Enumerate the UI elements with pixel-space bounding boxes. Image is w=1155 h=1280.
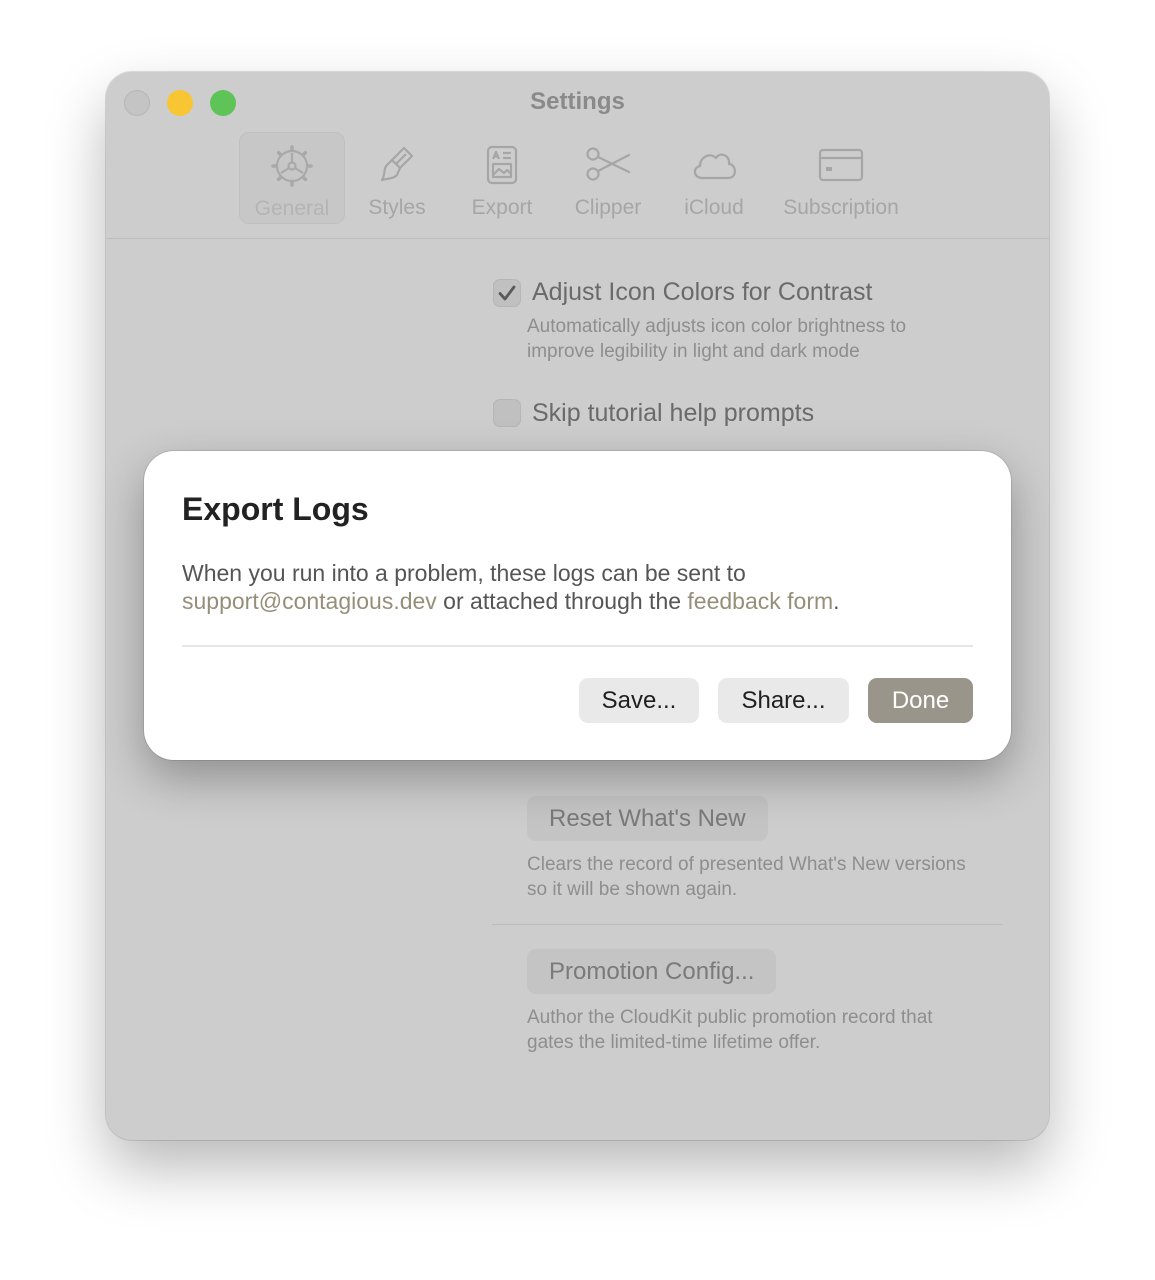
adjust-icon-colors-label[interactable]: Adjust Icon Colors for Contrast	[532, 278, 872, 307]
tab-styles-label: Styles	[368, 196, 426, 219]
sheet-message-suffix: .	[833, 588, 840, 614]
share-button[interactable]: Share...	[718, 678, 849, 723]
skip-tutorial-checkbox[interactable]	[493, 399, 521, 427]
promotion-config-description: Author the CloudKit public promotion rec…	[527, 1005, 933, 1055]
scissors-icon	[586, 147, 631, 181]
tab-icloud-label: iCloud	[684, 196, 744, 219]
adjust-icon-colors-description-line2: improve legibility in light and dark mod…	[527, 341, 860, 362]
feedback-form-link[interactable]: feedback form	[687, 588, 833, 614]
sheet-divider	[182, 645, 973, 647]
checkmark-icon	[498, 285, 516, 301]
sheet-message-middle: or attached through the	[436, 588, 688, 614]
settings-toolbar: General Styles Export Clipper iCloud Sub…	[106, 132, 1049, 239]
promotion-config-description-line2: gates the limited-time lifetime offer.	[527, 1032, 821, 1053]
document-icon	[486, 145, 518, 185]
save-button[interactable]: Save...	[579, 678, 699, 723]
export-logs-sheet: Export Logs When you run into a problem,…	[144, 451, 1011, 760]
reset-whats-new-description-line2: so it will be shown again.	[527, 879, 738, 900]
reset-whats-new-description-line1: Clears the record of presented What's Ne…	[527, 854, 966, 875]
promotion-config-button[interactable]: Promotion Config...	[527, 949, 777, 994]
tab-export[interactable]: Export	[464, 132, 540, 222]
cloud-icon	[693, 153, 736, 180]
sheet-message-prefix: When you run into a problem, these logs …	[182, 560, 746, 586]
adjust-icon-colors-checkbox[interactable]	[493, 279, 521, 307]
sheet-title: Export Logs	[182, 491, 369, 527]
adjust-icon-colors-description: Automatically adjusts icon color brightn…	[527, 314, 906, 364]
reset-whats-new-button[interactable]: Reset What's New	[527, 796, 768, 841]
tab-clipper[interactable]: Clipper	[566, 132, 650, 222]
tab-clipper-label: Clipper	[574, 196, 642, 219]
tab-icloud[interactable]: iCloud	[674, 132, 754, 222]
tab-styles[interactable]: Styles	[359, 132, 435, 222]
window-title: Settings	[530, 88, 625, 115]
tab-subscription-label: Subscription	[783, 196, 899, 219]
tab-general-label: General	[254, 197, 330, 220]
adjust-icon-colors-description-line1: Automatically adjusts icon color brightn…	[527, 316, 907, 337]
done-button[interactable]: Done	[868, 678, 973, 723]
tab-general[interactable]: General	[239, 132, 345, 224]
promotion-config-description-line1: Author the CloudKit public promotion rec…	[527, 1007, 933, 1028]
tab-export-label: Export	[471, 196, 533, 219]
section-divider	[492, 924, 1003, 925]
tab-subscription[interactable]: Subscription	[776, 132, 906, 222]
sheet-message: When you run into a problem, these logs …	[182, 559, 982, 615]
support-email-link[interactable]: support@contagious.dev	[182, 588, 437, 614]
paintbrush-icon	[380, 146, 414, 182]
skip-tutorial-label[interactable]: Skip tutorial help prompts	[532, 399, 814, 428]
reset-whats-new-description: Clears the record of presented What's Ne…	[527, 852, 966, 902]
credit-card-icon	[818, 148, 864, 182]
gear-icon	[271, 145, 313, 187]
